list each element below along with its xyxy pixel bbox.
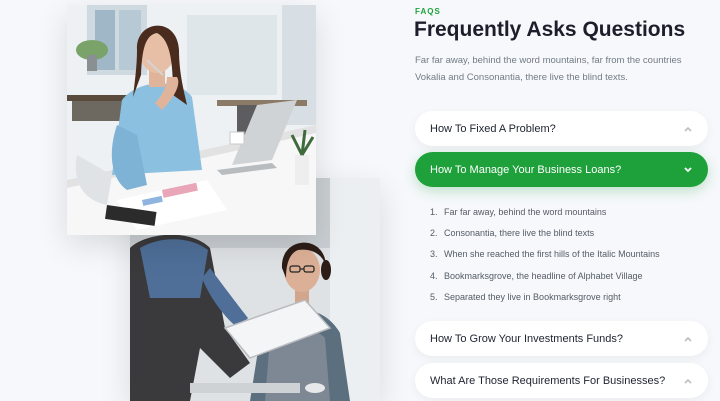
list-item: 1. Far far away, behind the word mountain… xyxy=(430,206,607,217)
faq-heading: Frequently Asks Questions xyxy=(414,18,686,41)
faq-question: What Are Those Requirements For Business… xyxy=(430,374,666,387)
faq-item-investments-funds[interactable]: How To Grow Your Investments Funds? xyxy=(415,321,708,356)
woman-at-desk-photo xyxy=(67,5,316,235)
chevron-up-icon xyxy=(682,123,694,135)
faq-item-fix-problem[interactable]: How To Fixed A Problem? xyxy=(415,111,708,146)
list-item: 2. Consonantia, there live the blind text… xyxy=(430,227,595,238)
faq-question: How To Fixed A Problem? xyxy=(430,122,556,135)
faq-question: How To Manage Your Business Loans? xyxy=(430,163,622,176)
list-item: 3. When she reached the first hills of th… xyxy=(430,249,660,260)
faq-answer-list: 1. Far far away, behind the word mountain… xyxy=(430,201,660,307)
faq-question: How To Grow Your Investments Funds? xyxy=(430,332,624,345)
faq-item-business-loans[interactable]: How To Manage Your Business Loans? xyxy=(415,152,708,187)
chevron-down-icon xyxy=(682,164,694,176)
section-eyebrow: FAQS xyxy=(415,7,441,16)
chevron-up-icon xyxy=(682,333,694,345)
list-item: 5. Separated they live in Bookmarksgrove … xyxy=(430,291,621,302)
faq-item-business-requirements[interactable]: What Are Those Requirements For Business… xyxy=(415,363,708,398)
chevron-up-icon xyxy=(682,375,694,387)
list-item: 4. Bookmarksgrove, the headline of Alphab… xyxy=(430,270,643,281)
faq-intro-text: Far far away, behind the word mountains,… xyxy=(415,55,682,83)
